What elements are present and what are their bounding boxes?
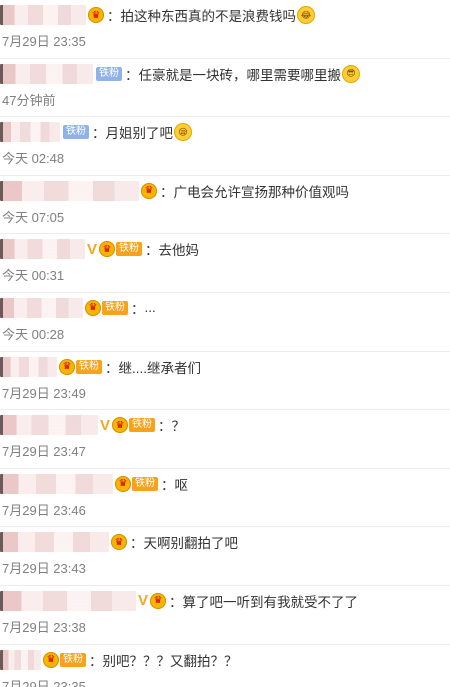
fan-badge: 铁粉 <box>132 476 158 491</box>
fan-badge: 铁粉 <box>116 242 143 257</box>
laugh-cry-emoji-icon: 😂 <box>297 6 315 24</box>
comment-time: 今天 00:31 <box>2 268 65 284</box>
username-blurred[interactable] <box>0 590 136 611</box>
comment-text: 天啊别翻拍了吧 <box>143 536 239 552</box>
comment-time: 今天 02:48 <box>2 151 65 167</box>
username-blurred[interactable] <box>0 473 113 494</box>
comment-text: 去他妈 <box>158 243 200 259</box>
comment-text: 任豪就是一块砖，哪里需要哪里搬 <box>138 67 342 83</box>
comment-item: ♛ ： 天啊别翻拍了吧 7月29日 23:43 <box>0 527 450 586</box>
crown-icon: ♛ <box>99 241 116 258</box>
fan-badge: 铁粉 <box>60 652 86 667</box>
comment-text: 别吧？？？又翻拍？？ <box>102 653 238 669</box>
comment-time: 7月29日 23:47 <box>2 444 86 460</box>
comment-item: ♛ ： 广电会允许宣扬那种价值观吗 今天 07:05 <box>0 176 450 235</box>
comment-time: 7月29日 23:46 <box>2 502 86 518</box>
comment-text: 呕 <box>174 477 189 493</box>
crown-icon: ♛ <box>112 417 129 434</box>
fan-badge: 铁粉 <box>96 66 122 81</box>
fan-badge: 铁粉 <box>76 359 102 374</box>
sleepy-emoji-icon: 😪 <box>174 123 192 142</box>
comment-time: 7月29日 23:43 <box>2 561 86 577</box>
crown-icon: ♛ <box>150 592 167 609</box>
username-blurred[interactable] <box>0 532 109 553</box>
crown-icon: ♛ <box>85 299 101 316</box>
crown-icon: ♛ <box>59 358 75 375</box>
username-blurred[interactable] <box>0 122 60 143</box>
comment-item: ♛ 铁粉 ： ... 今天 00:28 <box>0 293 450 352</box>
username-blurred[interactable] <box>0 297 83 318</box>
comment-item: 铁粉 ： 月姐别了吧 😪 今天 02:48 <box>0 117 450 176</box>
comment-item: ♛ 铁粉 ： 呕 7月29日 23:46 <box>0 469 450 528</box>
comment-item: ♛ 铁粉 ： 继....继承者们 7月29日 23:49 <box>0 352 450 411</box>
verified-v-icon: V <box>87 240 98 258</box>
comment-text: 拍这种东西真的不是浪费钱吗 <box>120 9 297 24</box>
comment-time: 7月29日 23:35 <box>2 34 86 49</box>
comment-time: 今天 00:28 <box>2 326 65 342</box>
fan-badge: 铁粉 <box>102 300 128 315</box>
fan-badge: 铁粉 <box>63 125 89 140</box>
username-blurred[interactable] <box>0 415 98 436</box>
sunglasses-emoji-icon: 😎 <box>342 64 360 83</box>
crown-icon: ♛ <box>115 475 131 492</box>
comment-time: 7月29日 23:38 <box>2 619 86 635</box>
comment-text: 继....继承者们 <box>118 360 202 376</box>
username-blurred[interactable] <box>0 63 93 84</box>
comment-text: 广电会允许宣扬那种价值观吗 <box>173 184 350 200</box>
comment-time: 47分钟前 <box>2 92 56 108</box>
comment-text: 算了吧一听到有我就受不了了 <box>182 594 359 610</box>
username-blurred[interactable] <box>0 5 86 25</box>
comment-time: 今天 07:05 <box>2 209 65 225</box>
comment-item: ♛ ： 拍这种东西真的不是浪费钱吗 😂 7月29日 23:35 <box>0 0 450 59</box>
crown-icon: ♛ <box>141 182 157 199</box>
fan-badge: 铁粉 <box>129 418 156 433</box>
crown-icon: ♛ <box>111 534 127 551</box>
comment-item: V ♛ 铁粉 ： 去他妈 今天 00:31 <box>0 234 450 293</box>
comment-time: 7月29日 23:49 <box>2 385 86 401</box>
crown-icon: ♛ <box>88 7 104 23</box>
comment-time: 7月29日 23:35 <box>2 678 86 687</box>
verified-v-icon: V <box>100 416 111 434</box>
username-blurred[interactable] <box>0 239 85 260</box>
crown-icon: ♛ <box>43 651 59 668</box>
username-blurred[interactable] <box>0 356 57 377</box>
comment-item: V ♛ ： 算了吧一听到有我就受不了了 7月29日 23:38 <box>0 586 450 645</box>
comment-text: ？ <box>171 419 186 435</box>
comment-item: ♛ 铁粉 ： 别吧？？？又翻拍？？ 7月29日 23:35 <box>0 645 450 687</box>
comment-list: ♛ ： 拍这种东西真的不是浪费钱吗 😂 7月29日 23:35 铁粉 ： 任豪就… <box>0 0 450 687</box>
comment-text: ... <box>144 300 156 316</box>
comment-item: 铁粉 ： 任豪就是一块砖，哪里需要哪里搬 😎 47分钟前 <box>0 59 450 118</box>
comment-text: 月姐别了吧 <box>105 126 174 142</box>
verified-v-icon: V <box>138 592 149 610</box>
username-blurred[interactable] <box>0 180 139 201</box>
comment-item: V ♛ 铁粉 ： ？ 7月29日 23:47 <box>0 410 450 469</box>
username-blurred[interactable] <box>0 649 41 670</box>
